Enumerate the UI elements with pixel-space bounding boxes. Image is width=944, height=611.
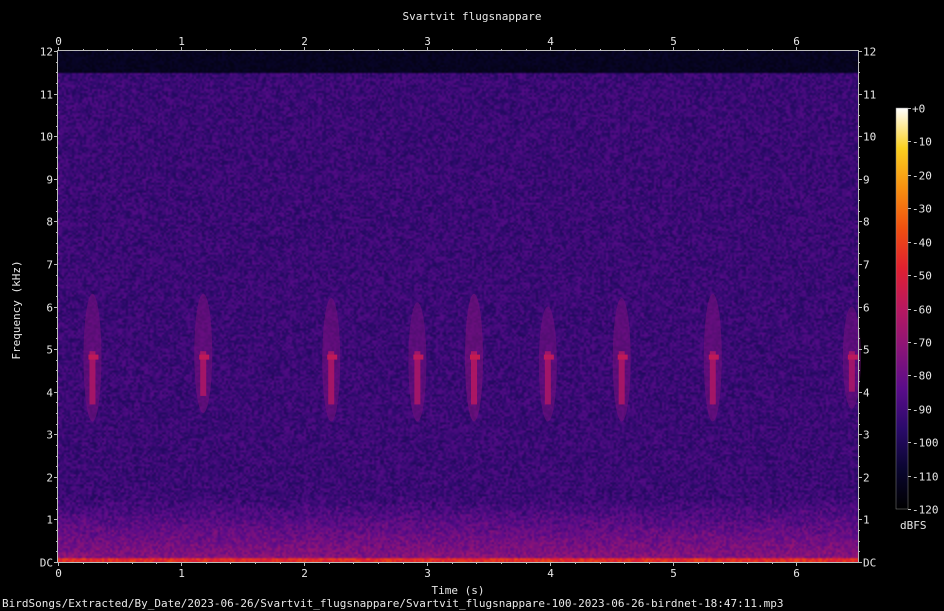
colorbar-tick-label: -20 <box>912 170 932 183</box>
y-tick-label-left: 6 <box>46 302 53 315</box>
y-tick-label-left: 9 <box>46 174 53 187</box>
colorbar-tick-label: +0 <box>912 103 925 116</box>
x-tick-label-bottom: 0 <box>55 567 62 580</box>
colorbar-ticks: +0 -10 -20 -30 -40 -50 -60 -70 -80 -90 -100 -110 -12… <box>908 103 939 517</box>
y-tick-label-right: DC <box>863 557 876 570</box>
call-mark <box>194 293 213 413</box>
spectrogram-image <box>58 51 858 562</box>
x-tick-label-bottom: 5 <box>670 567 677 580</box>
colorbar-tick-label: -110 <box>912 471 939 484</box>
y-tick-label-right: 12 <box>863 46 876 59</box>
y-tick-label-right: 6 <box>863 302 870 315</box>
x-tick-label-top: 1 <box>178 35 185 48</box>
y-tick-label-right: 2 <box>863 472 870 485</box>
call-mark <box>408 302 427 422</box>
x-tick-label-bottom: 4 <box>547 567 554 580</box>
colorbar-tick-label: -50 <box>912 270 932 283</box>
colorbar-tick-label: -70 <box>912 337 932 350</box>
call-mark <box>538 306 557 422</box>
y-tick-label-left: 8 <box>46 216 53 229</box>
y-tick-label-right: 11 <box>863 89 876 102</box>
y-tick-label-right: 5 <box>863 344 870 357</box>
y-tick-label-left: 3 <box>46 429 53 442</box>
y-tick-label-right: 10 <box>863 131 876 144</box>
y-tick-label-left: 4 <box>46 387 53 400</box>
y-tick-label-right: 7 <box>863 259 870 272</box>
x-tick-label-top: 2 <box>301 35 308 48</box>
spectrogram-chart: 00112233445566 DC DC1 12 23 34 45 56 67 78 89 910 1… <box>40 35 939 580</box>
x-tick-label-bottom: 1 <box>178 567 185 580</box>
x-tick-label-top: 3 <box>424 35 431 48</box>
x-tick-label-top: 0 <box>55 35 62 48</box>
colorbar-tick-label: -80 <box>912 370 932 383</box>
y-tick-label-left: DC <box>40 557 53 570</box>
y-tick-label-right: 4 <box>863 387 870 400</box>
colorbar-tick-label: -10 <box>912 136 932 149</box>
x-tick-label-top: 4 <box>547 35 554 48</box>
y-tick-label-left: 12 <box>40 46 53 59</box>
call-mark <box>83 293 102 422</box>
y-axis-label: Frequency (kHz) <box>10 260 23 360</box>
y-tick-label-left: 10 <box>40 131 53 144</box>
colorbar <box>895 107 909 510</box>
y-tick-label-left: 5 <box>46 344 53 357</box>
chart-title: Svartvit flugsnappare <box>402 10 542 23</box>
call-mark <box>612 297 631 422</box>
x-tick-label-top: 6 <box>793 35 800 48</box>
x-axis-label: Time (s) <box>431 584 485 597</box>
x-tick-label-bottom: 6 <box>793 567 800 580</box>
x-tick-label-top: 5 <box>670 35 677 48</box>
colorbar-tick-label: -40 <box>912 237 932 250</box>
y-tick-label-left: 1 <box>46 514 53 527</box>
x-tick-label-bottom: 3 <box>424 567 431 580</box>
file-path[interactable]: BirdSongs/Extracted/By_Date/2023-06-26/S… <box>2 598 783 610</box>
call-mark <box>465 293 483 422</box>
y-tick-label-right: 8 <box>863 216 870 229</box>
colorbar-tick-label: -100 <box>912 437 939 450</box>
y-tick-label-right: 1 <box>863 514 870 527</box>
x-tick-label-bottom: 2 <box>301 567 308 580</box>
call-mark <box>703 293 722 422</box>
y-tick-label-left: 2 <box>46 472 53 485</box>
colorbar-tick-label: -30 <box>912 203 932 216</box>
y-tick-label-right: 9 <box>863 174 870 187</box>
y-tick-label-left: 7 <box>46 259 53 272</box>
call-mark <box>322 297 341 422</box>
colorbar-tick-label: -90 <box>912 404 932 417</box>
y-tick-label-left: 11 <box>40 89 53 102</box>
colorbar-unit-label: dBFS <box>900 519 927 532</box>
colorbar-tick-label: -120 <box>912 504 939 517</box>
colorbar-tick-label: -60 <box>912 304 932 317</box>
y-tick-label-right: 3 <box>863 429 870 442</box>
